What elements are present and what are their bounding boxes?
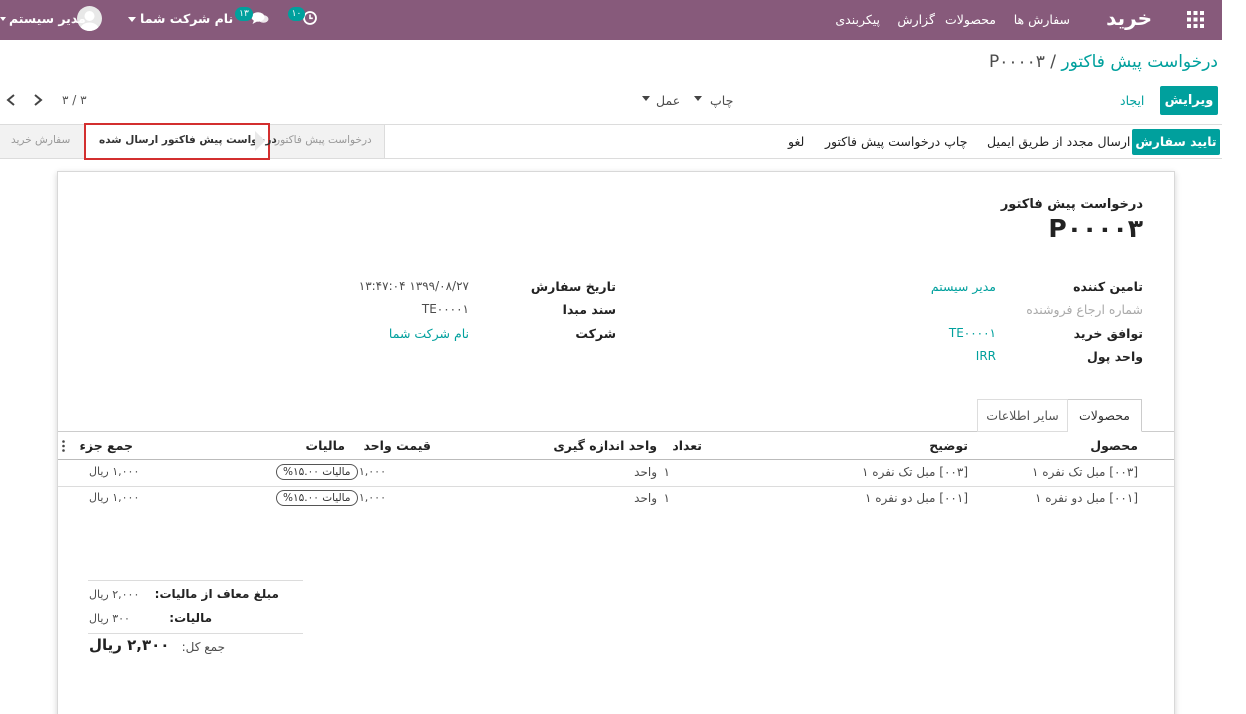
- stage-divider: [384, 125, 385, 158]
- company-label: شرکت: [575, 326, 616, 341]
- total-amount-label: جمع کل:: [181, 640, 225, 654]
- edit-button[interactable]: ویرایش: [1160, 86, 1218, 115]
- confirm-order-button[interactable]: تایید سفارش: [1132, 129, 1220, 155]
- row-1-subtotal: ۱,۰۰۰ ریال: [89, 465, 140, 478]
- col-price-header[interactable]: قیمت واحد: [363, 438, 431, 453]
- breadcrumb-current: P۰۰۰۰۳: [988, 52, 1045, 72]
- row-2-subtotal: ۱,۰۰۰ ریال: [89, 491, 140, 504]
- tax-amount-label: مالیات:: [169, 611, 212, 625]
- optional-columns-icon[interactable]: [62, 440, 65, 452]
- row-2-qty[interactable]: ۱: [664, 491, 670, 505]
- col-qty-header[interactable]: تعداد: [672, 438, 702, 453]
- order-date-label: تاریخ سفارش: [530, 279, 616, 294]
- apps-menu-icon[interactable]: [1187, 11, 1204, 28]
- row-1-product[interactable]: [۰۰۳] مبل تک نفره ۱: [1032, 465, 1138, 479]
- row-1-price[interactable]: ۱,۰۰۰: [359, 465, 386, 478]
- action-caret-icon[interactable]: [642, 96, 650, 101]
- app-title[interactable]: خرید: [1106, 6, 1152, 30]
- stage-arrow-left: [255, 131, 265, 151]
- totals-divider: [88, 633, 303, 634]
- stage-draft-rfq[interactable]: درخواست پیش فاکتور: [275, 134, 372, 146]
- purchase-agreement-value[interactable]: TE۰۰۰۰۱: [949, 326, 996, 340]
- breadcrumb-separator: /: [1050, 52, 1056, 72]
- company-value[interactable]: نام شرکت شما: [389, 326, 469, 341]
- activity-clock-icon[interactable]: [303, 11, 317, 25]
- document-name: P۰۰۰۰۳: [1048, 214, 1143, 243]
- table-row[interactable]: [58, 487, 1174, 513]
- order-date-value: ۱۳۹۹/۰۸/۲۷ ۱۳:۴۷:۰۴: [358, 279, 469, 293]
- col-subtotal-header[interactable]: جمع جزء: [80, 438, 133, 453]
- breadcrumb: درخواست پیش فاکتور / P۰۰۰۰۳: [989, 52, 1218, 72]
- stage-purchase-order[interactable]: سفارش خرید: [11, 134, 70, 146]
- row-2-product[interactable]: [۰۰۱] مبل دو نفره ۱: [1035, 491, 1138, 505]
- breadcrumb-parent[interactable]: درخواست پیش فاکتور: [1061, 52, 1218, 72]
- col-taxes-header[interactable]: مالیات: [306, 438, 345, 453]
- user-caret-icon[interactable]: [0, 17, 6, 21]
- row-1-qty[interactable]: ۱: [664, 465, 670, 479]
- messages-count-badge: ۱۳: [235, 7, 253, 21]
- col-product-header[interactable]: محصول: [1090, 438, 1138, 453]
- row-2-tax-tag[interactable]: مالیات ۱۵.۰۰%: [276, 490, 358, 506]
- company-caret-icon[interactable]: [128, 17, 136, 22]
- tab-other-info[interactable]: سایر اطلاعات: [977, 399, 1068, 432]
- row-2-description[interactable]: [۰۰۱] مبل دو نفره ۱: [865, 491, 968, 505]
- user-menu[interactable]: مدیر سیستم: [9, 11, 86, 26]
- resend-email-button[interactable]: ارسال مجدد از طریق ایمیل: [987, 134, 1130, 149]
- menu-products[interactable]: محصولات: [945, 12, 996, 27]
- total-amount-value: ۲,۳۰۰ ریال: [89, 636, 170, 654]
- source-document-label: سند مبدا: [562, 302, 616, 317]
- menu-orders[interactable]: سفارش ها: [1014, 12, 1070, 27]
- untaxed-amount-label: مبلغ معاف از مالیات:: [154, 587, 279, 601]
- totals-top-border: [88, 580, 303, 581]
- action-menu[interactable]: عمل: [656, 93, 680, 108]
- purchase-agreement-label: توافق خرید: [1073, 326, 1143, 341]
- messages-chat-icon[interactable]: [251, 11, 269, 25]
- stage-rfq-sent[interactable]: درخواست پیش فاکتور ارسال شده: [99, 134, 277, 146]
- currency-label: واحد پول: [1086, 349, 1143, 364]
- print-menu[interactable]: چاپ: [710, 93, 733, 108]
- top-navbar: خرید سفارش ها محصولات گزارش پیکربندی ۱۰ …: [0, 0, 1222, 40]
- pager-value[interactable]: ۳ / ۳: [62, 93, 87, 107]
- table-row[interactable]: [58, 460, 1174, 486]
- print-caret-icon[interactable]: [694, 96, 702, 101]
- pager-next-icon[interactable]: [33, 94, 43, 106]
- source-document-value: TE۰۰۰۰۱: [421, 302, 469, 316]
- col-description-header[interactable]: توضیح: [929, 438, 968, 453]
- row-2-uom[interactable]: واحد: [634, 491, 657, 505]
- menu-configuration[interactable]: پیکربندی: [835, 12, 880, 27]
- tab-products[interactable]: محصولات: [1067, 399, 1142, 432]
- activity-count-badge: ۱۰: [288, 7, 305, 21]
- untaxed-amount-value: ۲,۰۰۰ ریال: [89, 588, 140, 601]
- vendor-value[interactable]: مدیر سیستم: [931, 279, 996, 294]
- print-rfq-button[interactable]: چاپ درخواست پیش فاکتور: [825, 134, 967, 149]
- row-1-uom[interactable]: واحد: [634, 465, 657, 479]
- menu-reporting[interactable]: گزارش: [897, 12, 935, 27]
- row-2-price[interactable]: ۱,۰۰۰: [359, 491, 386, 504]
- row-1-tax-tag[interactable]: مالیات ۱۵.۰۰%: [276, 464, 358, 480]
- company-switcher[interactable]: نام شرکت شما: [140, 11, 233, 26]
- tax-amount-value: ۳۰۰ ریال: [89, 612, 130, 625]
- currency-value[interactable]: IRR: [976, 349, 996, 363]
- col-uom-header[interactable]: واحد اندازه گیری: [553, 438, 657, 453]
- create-button[interactable]: ایجاد: [1120, 93, 1144, 108]
- vendor-label: تامین کننده: [1073, 279, 1143, 294]
- row-1-description[interactable]: [۰۰۳] مبل تک نفره ۱: [862, 465, 968, 479]
- pager-previous-icon[interactable]: [6, 94, 16, 106]
- vendor-reference-label: شماره ارجاع فروشنده: [1026, 302, 1143, 317]
- cancel-button[interactable]: لغو: [788, 134, 804, 149]
- document-type-label: درخواست پیش فاکتور: [1000, 197, 1143, 212]
